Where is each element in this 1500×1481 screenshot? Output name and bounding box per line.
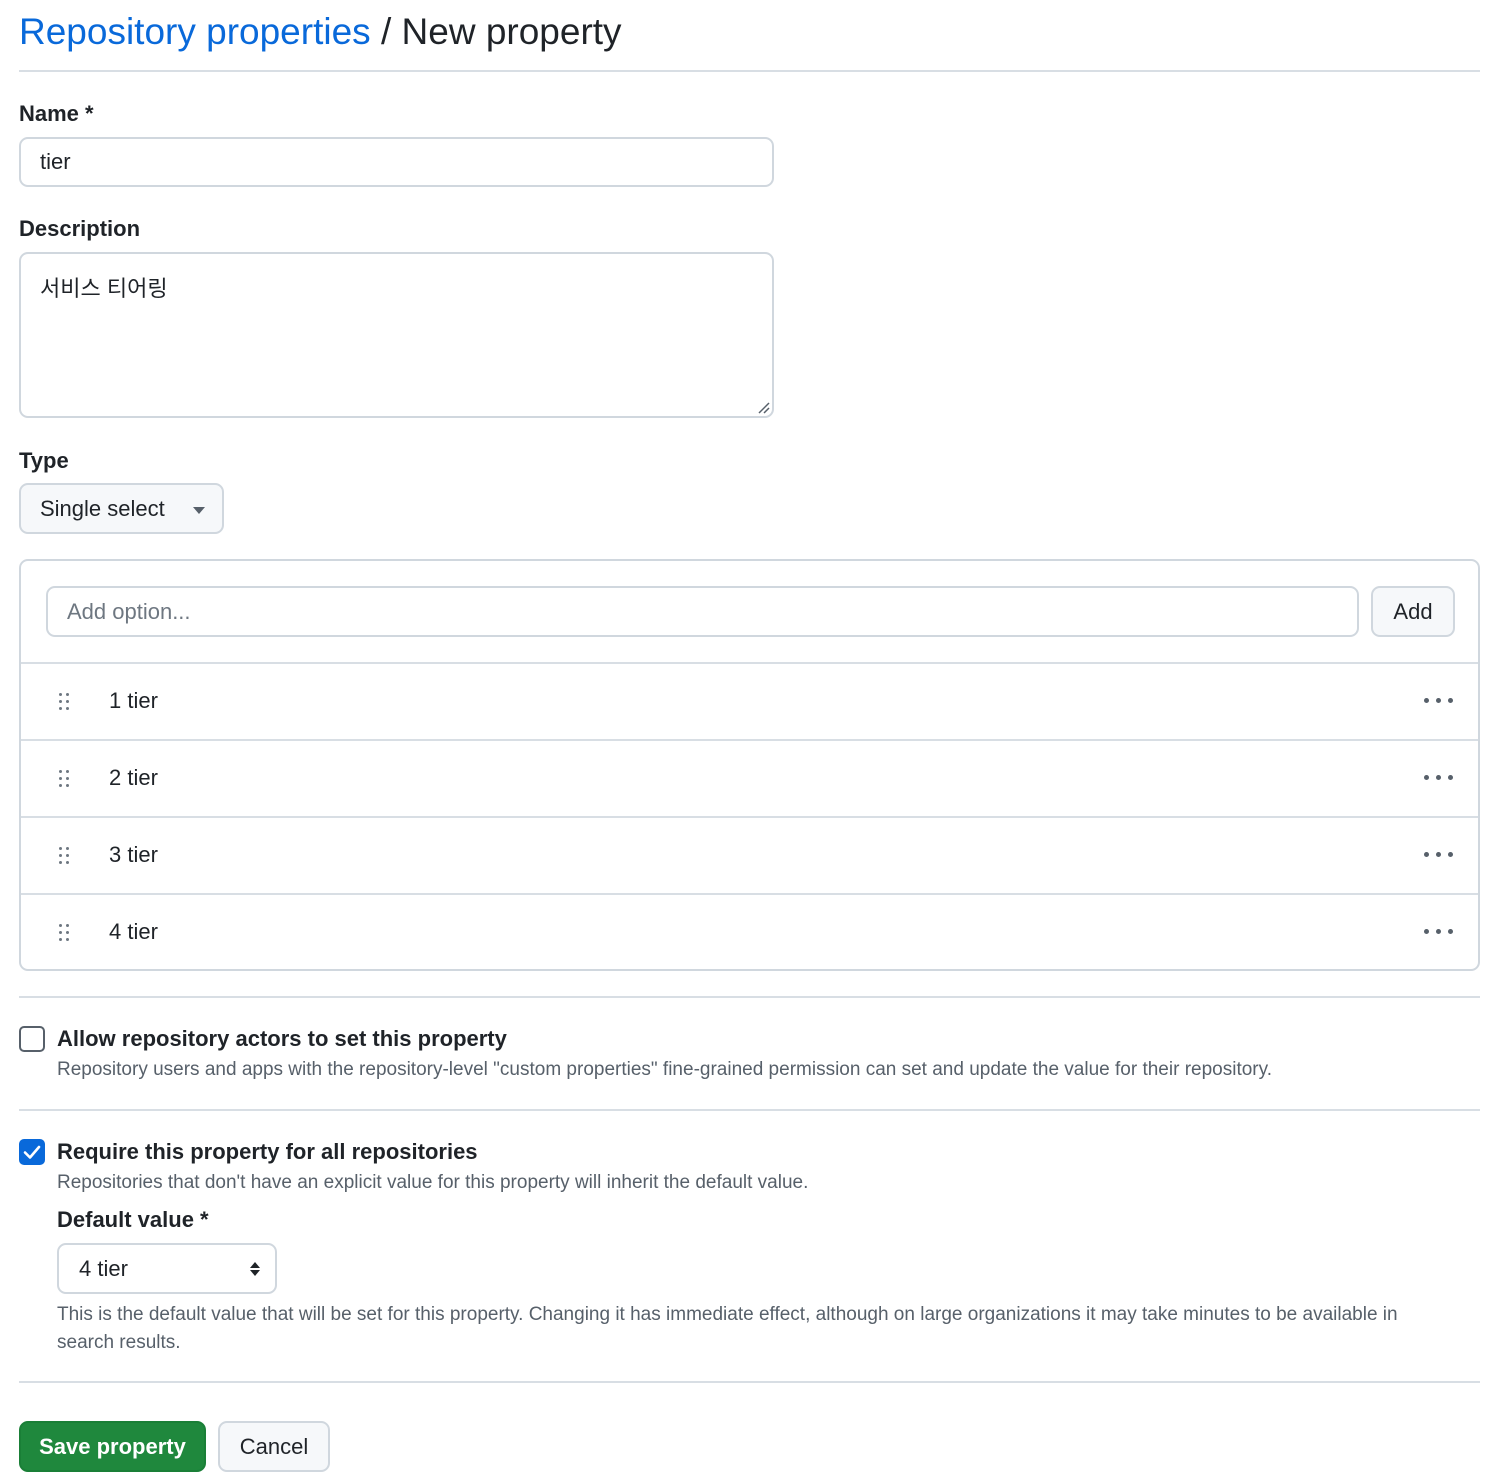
add-option-button-label: Add: [1393, 599, 1433, 624]
option-row: 2 tier: [21, 739, 1478, 816]
breadcrumb-separator: /: [380, 11, 392, 52]
option-row: 3 tier: [21, 816, 1478, 893]
cancel-button[interactable]: Cancel: [218, 1421, 330, 1472]
drag-handle-icon[interactable]: [59, 847, 71, 865]
kebab-menu-icon[interactable]: [1424, 698, 1454, 704]
description-textarea[interactable]: 서비스 티어링: [19, 252, 774, 418]
section-divider: [19, 1109, 1480, 1111]
cancel-button-label: Cancel: [239, 1434, 309, 1459]
option-label: 1 tier: [109, 688, 158, 713]
allow-actors-description: Repository users and apps with the repos…: [57, 1059, 1272, 1080]
type-label: Type: [19, 448, 69, 473]
add-option-input[interactable]: Add option...: [46, 586, 1359, 637]
options-panel: Add option... Add 1 tier 2 tier 3 tier 4…: [19, 559, 1480, 971]
require-property-title: Require this property for all repositori…: [57, 1139, 478, 1164]
drag-handle-icon[interactable]: [59, 924, 71, 942]
option-row: 1 tier: [21, 662, 1478, 739]
page-title: Repository properties / New property: [19, 10, 622, 54]
type-dropdown-value: Single select: [40, 496, 165, 521]
description-label: Description: [19, 216, 141, 241]
header-divider: [19, 70, 1480, 72]
default-value-label: Default value *: [57, 1207, 209, 1232]
add-option-placeholder: Add option...: [67, 599, 191, 624]
default-value-select[interactable]: 4 tier: [57, 1243, 277, 1294]
footer-divider: [19, 1381, 1480, 1383]
breadcrumb-current: New property: [401, 11, 622, 52]
save-property-button-label: Save property: [39, 1434, 186, 1459]
kebab-menu-icon[interactable]: [1424, 775, 1454, 781]
kebab-menu-icon[interactable]: [1424, 852, 1454, 858]
check-icon: [23, 1145, 41, 1159]
drag-handle-icon[interactable]: [59, 770, 71, 788]
option-label: 4 tier: [109, 919, 158, 944]
description-textarea-value: 서비스 티어링: [40, 276, 168, 301]
default-value-selected: 4 tier: [79, 1256, 128, 1281]
allow-actors-checkbox[interactable]: [19, 1026, 45, 1052]
name-label: Name *: [19, 101, 94, 126]
allow-actors-title: Allow repository actors to set this prop…: [57, 1026, 507, 1051]
option-label: 3 tier: [109, 842, 158, 867]
resize-handle-icon[interactable]: [756, 400, 770, 414]
section-divider: [19, 996, 1480, 998]
default-value-help-text: This is the default value that will be s…: [57, 1304, 1398, 1353]
triangle-down-icon: [193, 507, 205, 514]
save-property-button[interactable]: Save property: [19, 1421, 206, 1472]
kebab-menu-icon[interactable]: [1424, 929, 1454, 935]
option-label: 2 tier: [109, 765, 158, 790]
require-property-checkbox[interactable]: [19, 1139, 45, 1165]
select-arrows-icon: [250, 1262, 260, 1276]
type-dropdown-button[interactable]: Single select: [19, 483, 224, 534]
breadcrumb-link-repository-properties[interactable]: Repository properties: [19, 11, 371, 52]
drag-handle-icon[interactable]: [59, 693, 71, 711]
add-option-button[interactable]: Add: [1371, 586, 1455, 637]
option-row: 4 tier: [21, 893, 1478, 969]
name-input[interactable]: tier: [19, 137, 774, 187]
name-input-value: tier: [40, 149, 71, 174]
require-property-description: Repositories that don't have an explicit…: [57, 1172, 809, 1193]
